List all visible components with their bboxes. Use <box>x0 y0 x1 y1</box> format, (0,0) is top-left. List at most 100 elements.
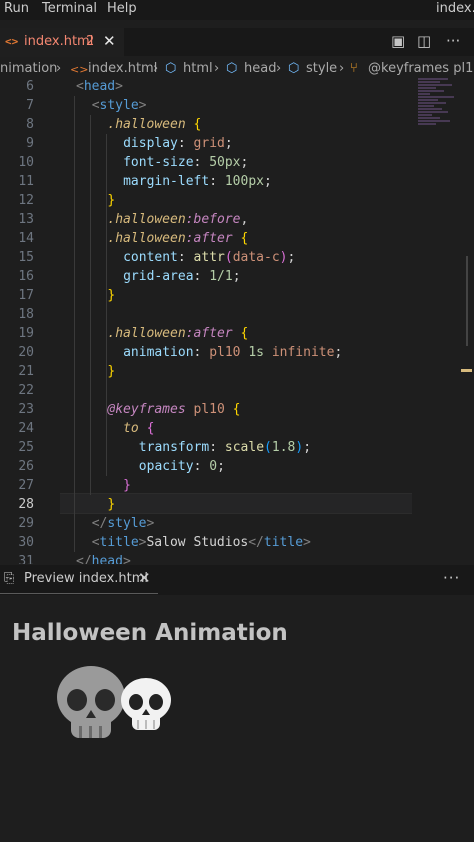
code-text: } <box>107 497 116 512</box>
code-line[interactable]: 21} <box>0 362 474 381</box>
code-line[interactable]: 22 <box>0 381 474 400</box>
vertical-scrollbar[interactable] <box>466 256 468 346</box>
breadcrumb-file[interactable]: index.html <box>88 61 157 76</box>
indent-guide <box>90 115 91 495</box>
line-number: 17 <box>18 288 34 303</box>
line-number: 13 <box>18 212 34 227</box>
open-preview-icon[interactable]: ▣ <box>391 32 405 50</box>
code-line[interactable]: 11 margin-left: 100px; <box>0 172 474 191</box>
line-number: 9 <box>26 136 34 151</box>
breadcrumb-folder[interactable]: nimation <box>0 61 57 76</box>
preview-tab-label[interactable]: Preview index.html <box>24 571 148 586</box>
tab-underline <box>0 593 158 594</box>
code-line[interactable]: 20 animation: pl10 1s infinite; <box>0 343 474 362</box>
more-actions-icon[interactable]: ··· <box>443 569 460 587</box>
code-line[interactable]: 26 opacity: 0; <box>0 457 474 476</box>
chevron-right-icon: › <box>339 61 345 76</box>
breadcrumb-keyframes[interactable]: @keyframes pl10 <box>368 61 474 76</box>
split-editor-icon[interactable]: ◫ <box>417 32 431 50</box>
code-line[interactable]: 6 <head> <box>0 78 474 96</box>
html-file-icon: <> <box>5 35 19 48</box>
breadcrumb-html[interactable]: html <box>183 61 213 76</box>
line-number: 28 <box>18 497 34 512</box>
skull-icon <box>57 666 125 738</box>
line-number: 20 <box>18 345 34 360</box>
code-line[interactable]: 8 .halloween { <box>0 115 474 134</box>
menu-help[interactable]: Help <box>107 1 137 16</box>
preview-icon: ⎘ <box>4 571 15 586</box>
skull-icon <box>121 678 171 730</box>
menu-terminal[interactable]: Terminal <box>42 1 97 16</box>
code-text: display: grid; <box>123 136 233 151</box>
line-number: 22 <box>18 383 34 398</box>
chevron-right-icon: › <box>276 61 282 76</box>
code-text: } <box>107 193 116 208</box>
chevron-right-icon: › <box>153 61 159 76</box>
code-line[interactable]: 7 <style> <box>0 96 474 115</box>
close-icon[interactable]: ✕ <box>138 569 151 587</box>
code-line[interactable]: 13 .halloween:before, <box>0 210 474 229</box>
code-line[interactable]: 24 to { <box>0 419 474 438</box>
code-line[interactable]: 10 font-size: 50px; <box>0 153 474 172</box>
chevron-right-icon: › <box>214 61 220 76</box>
code-line[interactable]: 9 display: grid; <box>0 134 474 153</box>
breadcrumb-style[interactable]: style <box>306 61 337 76</box>
preview-heading: Halloween Animation <box>12 620 288 646</box>
line-number: 11 <box>18 174 34 189</box>
menu-bar: Run Terminal Help index.h <box>0 0 474 20</box>
html-file-icon: <> <box>70 63 89 76</box>
line-number: 14 <box>18 231 34 246</box>
code-line[interactable]: 31 </head> <box>0 552 474 564</box>
code-text: <style> <box>91 98 147 113</box>
code-line[interactable]: 18 <box>0 305 474 324</box>
breadcrumb: nimation › <> index.html › ⬡ html › ⬡ he… <box>0 60 474 80</box>
code-line[interactable]: 29 </style> <box>0 514 474 533</box>
line-number: 30 <box>18 535 34 550</box>
code-line[interactable]: 19 .halloween:after { <box>0 324 474 343</box>
line-number: 27 <box>18 478 34 493</box>
code-line[interactable]: 27} <box>0 476 474 495</box>
code-text: transform: scale(1.8); <box>138 440 312 455</box>
code-text: } <box>107 364 116 379</box>
code-line[interactable]: 16 grid-area: 1/1; <box>0 267 474 286</box>
code-line[interactable]: 30 <title>Salow Studios</title> <box>0 533 474 552</box>
code-text: to { <box>123 421 155 436</box>
line-number: 18 <box>18 307 34 322</box>
code-text: } <box>123 478 131 493</box>
code-text: content: attr(data-c); <box>123 250 296 265</box>
line-number: 7 <box>26 98 34 113</box>
line-number: 24 <box>18 421 34 436</box>
code-text: margin-left: 100px; <box>123 174 272 189</box>
scroll-marker <box>461 369 472 372</box>
line-number: 16 <box>18 269 34 284</box>
code-line[interactable]: 15 content: attr(data-c); <box>0 248 474 267</box>
code-line[interactable]: 12} <box>0 191 474 210</box>
minimap[interactable] <box>418 78 460 148</box>
line-number: 29 <box>18 516 34 531</box>
line-number: 21 <box>18 364 34 379</box>
close-icon[interactable]: ✕ <box>103 32 116 50</box>
tab-label: index.html <box>24 34 94 49</box>
menu-run[interactable]: Run <box>4 1 29 16</box>
line-number: 8 <box>26 117 34 132</box>
chevron-right-icon: › <box>56 61 62 76</box>
code-text: font-size: 50px; <box>123 155 249 170</box>
more-actions-icon[interactable]: ··· <box>446 32 460 50</box>
tab-index-html[interactable]: <> index.html 2 ✕ <box>0 28 124 57</box>
code-text: .halloween { <box>107 117 202 132</box>
code-editor[interactable]: 6 <head> 7 <style> 8 .halloween { 9 display: gr… <box>0 78 474 564</box>
code-line[interactable]: 23 @keyframes pl10 { <box>0 400 474 419</box>
line-number: 26 <box>18 459 34 474</box>
code-text: .halloween:after { <box>107 231 249 246</box>
breadcrumb-head[interactable]: head <box>244 61 276 76</box>
code-line[interactable]: 14 .halloween:after { <box>0 229 474 248</box>
code-line[interactable]: 25 transform: scale(1.8); <box>0 438 474 457</box>
line-number: 23 <box>18 402 34 417</box>
element-icon: ⬡ <box>226 61 238 76</box>
line-number: 31 <box>18 554 34 564</box>
keyframes-symbol-icon: ⑂ <box>350 61 358 76</box>
code-text: .halloween:before, <box>107 212 249 227</box>
code-line[interactable]: 28} <box>0 495 474 514</box>
code-text: @keyframes pl10 { <box>107 402 241 417</box>
code-line[interactable]: 17} <box>0 286 474 305</box>
